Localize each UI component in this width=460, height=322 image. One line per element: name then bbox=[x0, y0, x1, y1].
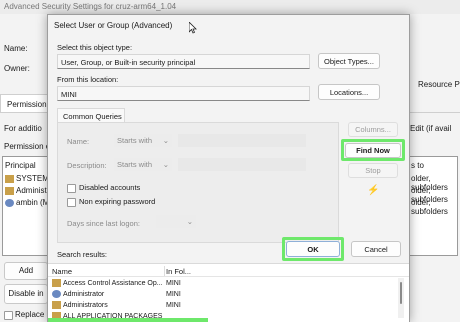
user-icon bbox=[52, 290, 61, 298]
name-query-label: Name: bbox=[67, 137, 90, 146]
common-queries-panel: Name: Starts with ⌄ Description: Starts … bbox=[57, 122, 339, 243]
name-mode-value: Starts with bbox=[117, 136, 153, 145]
select-user-dialog: Select User or Group (Advanced) Select t… bbox=[47, 14, 410, 322]
mouse-cursor-icon bbox=[189, 22, 197, 34]
result-name: Administrators bbox=[63, 301, 108, 309]
locations-button[interactable]: Locations... bbox=[318, 84, 380, 100]
result-row[interactable]: Administrators bbox=[52, 301, 108, 309]
name-query-input[interactable] bbox=[178, 134, 306, 147]
dialog-title: Select User or Group (Advanced) bbox=[54, 21, 173, 30]
result-name: Administrator bbox=[63, 290, 105, 298]
scrollbar-thumb[interactable] bbox=[400, 282, 402, 304]
object-type-field: User, Group, or Built-in security princi… bbox=[57, 54, 310, 69]
disable-inheritance-button[interactable]: Disable in bbox=[4, 284, 48, 304]
search-animation-icon: ⚡ bbox=[367, 185, 380, 196]
replace-checkbox[interactable] bbox=[4, 311, 13, 320]
chevron-down-icon: ⌄ bbox=[162, 136, 169, 145]
result-folder: MINI bbox=[166, 291, 181, 298]
tab-permissions-label: Permissions bbox=[7, 100, 51, 109]
tab-common-queries-label: Common Queries bbox=[63, 112, 122, 121]
result-folder: MINI bbox=[166, 280, 181, 287]
result-folder: MINI bbox=[166, 302, 181, 309]
days-since-logon-select[interactable]: ⌄ bbox=[156, 215, 196, 228]
non-expiring-checkbox[interactable] bbox=[67, 198, 76, 207]
stop-button[interactable]: Stop bbox=[348, 163, 398, 178]
column-divider bbox=[164, 266, 165, 276]
owner-label: Owner: bbox=[4, 64, 30, 73]
days-since-logon-label: Days since last logon: bbox=[67, 219, 140, 228]
edit-text: Edit (if avail bbox=[410, 124, 452, 133]
description-mode-select[interactable]: Starts with ⌄ bbox=[114, 158, 172, 171]
principal-row[interactable]: Administr bbox=[5, 186, 49, 195]
object-type-label: Select this object type: bbox=[57, 43, 133, 52]
location-field: MINI bbox=[57, 86, 310, 101]
tab-permissions[interactable]: Permissions bbox=[0, 94, 51, 113]
for-additional-text: For additio bbox=[4, 124, 42, 133]
users-icon bbox=[5, 186, 14, 195]
result-row[interactable]: Administrator bbox=[52, 290, 104, 298]
ok-button[interactable]: OK bbox=[286, 241, 340, 257]
column-header-folder[interactable]: In Fol... bbox=[166, 267, 191, 276]
principal-row[interactable]: SYSTEM bbox=[5, 174, 49, 183]
background-window-title: Advanced Security Settings for cruz-arm6… bbox=[0, 0, 460, 14]
results-scrollbar[interactable] bbox=[398, 278, 404, 318]
location-label: From this location: bbox=[57, 75, 119, 84]
permission-entries-label: Permission e bbox=[4, 142, 51, 151]
result-name: Access Control Assistance Op... bbox=[63, 279, 163, 287]
applies-to-text: s to bbox=[411, 161, 424, 170]
non-expiring-label: Non expiring password bbox=[79, 197, 156, 206]
disabled-accounts-checkbox[interactable] bbox=[67, 184, 76, 193]
chevron-down-icon: ⌄ bbox=[186, 217, 193, 226]
chevron-down-icon: ⌄ bbox=[162, 160, 169, 169]
search-results-list[interactable]: Name In Fol... Access Control Assistance… bbox=[48, 263, 409, 322]
object-types-button[interactable]: Object Types... bbox=[318, 53, 380, 69]
cancel-button[interactable]: Cancel bbox=[351, 241, 401, 257]
user-icon bbox=[5, 198, 14, 207]
result-highlight bbox=[48, 318, 208, 322]
disabled-accounts-label: Disabled accounts bbox=[79, 183, 141, 192]
name-label: Name: bbox=[4, 44, 28, 53]
resource-label: Resource P bbox=[418, 80, 460, 89]
group-icon bbox=[52, 301, 61, 309]
column-header-name[interactable]: Name bbox=[52, 267, 72, 276]
header-divider bbox=[48, 276, 409, 277]
description-query-input[interactable] bbox=[178, 158, 306, 171]
name-mode-select[interactable]: Starts with ⌄ bbox=[114, 134, 172, 147]
result-row[interactable]: Access Control Assistance Op... bbox=[52, 279, 163, 287]
principal-name: SYSTEM bbox=[16, 174, 49, 183]
principal-header: Principal bbox=[5, 161, 36, 170]
principal-row[interactable]: ambin (MI bbox=[5, 198, 52, 207]
applies-to-text: older, subfolders bbox=[411, 198, 448, 216]
principal-name: Administr bbox=[16, 186, 50, 195]
add-button[interactable]: Add bbox=[4, 262, 48, 280]
find-now-button[interactable]: Find Now bbox=[345, 143, 401, 158]
group-icon bbox=[52, 279, 61, 287]
description-mode-value: Starts with bbox=[117, 160, 153, 169]
search-results-label: Search results: bbox=[57, 250, 108, 259]
tab-common-queries[interactable]: Common Queries bbox=[57, 108, 125, 123]
columns-button[interactable]: Columns... bbox=[348, 122, 398, 137]
description-query-label: Description: bbox=[67, 161, 107, 170]
users-icon bbox=[5, 174, 14, 183]
